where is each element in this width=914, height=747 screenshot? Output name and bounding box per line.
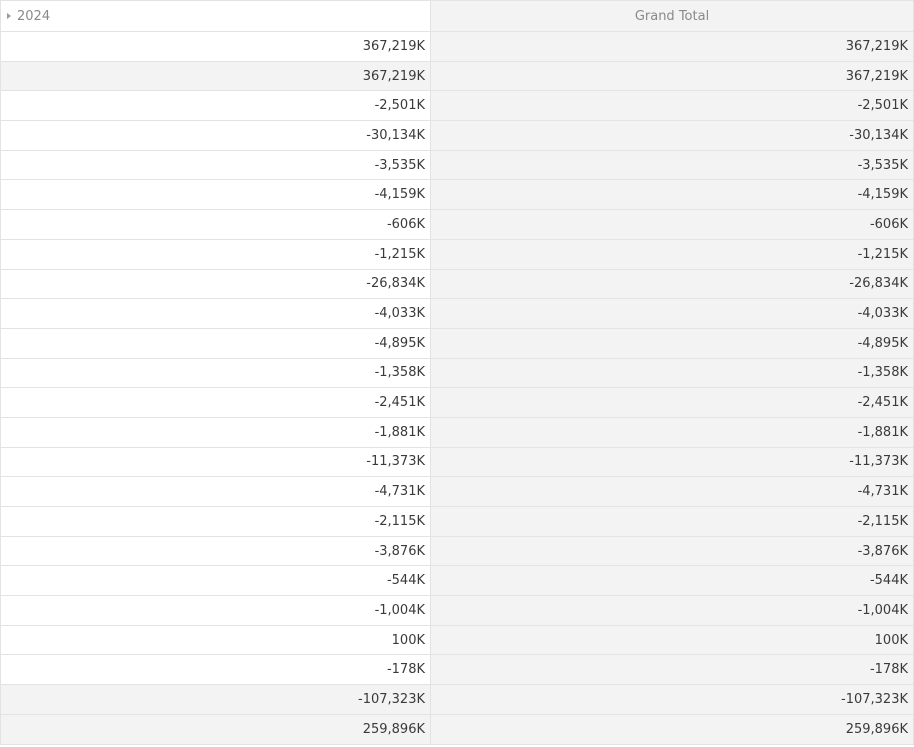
cell-grand-total[interactable]: -2,501K — [431, 91, 914, 121]
cell-2024[interactable]: -1,004K — [0, 596, 431, 625]
cell-grand-total[interactable]: -107,323K — [431, 685, 914, 714]
cell-grand-total[interactable]: -4,159K — [431, 180, 914, 210]
cell-grand-total[interactable]: -3,876K — [431, 536, 914, 566]
cell-grand-total[interactable]: -30,134K — [431, 121, 914, 150]
cell-2024[interactable]: 367,219K — [0, 61, 431, 91]
grand-total-label: Grand Total — [634, 8, 710, 24]
column-header-grand-total: Grand Total — [431, 1, 914, 31]
table-row: -1,881K -1,881K — [0, 417, 914, 448]
cell-2024[interactable]: -26,834K — [0, 269, 431, 299]
table-row: 367,219K 367,219K — [0, 61, 914, 92]
cell-grand-total[interactable]: -1,004K — [431, 596, 914, 625]
cell-grand-total[interactable]: 367,219K — [431, 61, 914, 91]
column-header-label: 2024 — [17, 8, 51, 24]
cell-2024[interactable]: -4,033K — [0, 299, 431, 328]
table-row: -11,373K -11,373K — [0, 447, 914, 478]
table-row: -1,358K -1,358K — [0, 358, 914, 389]
cell-2024[interactable]: -2,115K — [0, 507, 431, 536]
cell-2024[interactable]: -4,731K — [0, 477, 431, 506]
cell-2024[interactable]: -606K — [0, 210, 431, 239]
table-row: -2,115K -2,115K — [0, 507, 914, 537]
table-row: -1,215K -1,215K — [0, 239, 914, 270]
table-row: -606K -606K — [0, 210, 914, 240]
cell-grand-total[interactable]: -544K — [431, 566, 914, 596]
cell-2024[interactable]: -1,358K — [0, 358, 431, 388]
cell-2024[interactable]: -1,881K — [0, 417, 431, 447]
cell-2024[interactable]: -11,373K — [0, 447, 431, 477]
pivot-header-row: 2024 Grand Total — [0, 1, 914, 32]
table-row: -4,159K -4,159K — [0, 180, 914, 211]
cell-grand-total[interactable]: -26,834K — [431, 269, 914, 299]
cell-grand-total[interactable]: -4,895K — [431, 328, 914, 358]
cell-2024[interactable]: -544K — [0, 566, 431, 596]
cell-grand-total[interactable]: -1,881K — [431, 417, 914, 447]
cell-grand-total[interactable]: -606K — [431, 210, 914, 239]
pivot-table: 2024 Grand Total 367,219K 367,219K 367,219… — [0, 0, 914, 747]
table-row: 367,219K 367,219K — [0, 32, 914, 62]
cell-2024[interactable]: -4,895K — [0, 328, 431, 358]
column-header-2024[interactable]: 2024 — [0, 1, 431, 31]
cell-grand-total[interactable]: 100K — [431, 625, 914, 655]
table-row: 259,896K 259,896K — [0, 714, 914, 745]
cell-grand-total[interactable]: -1,215K — [431, 239, 914, 269]
table-row: 100K 100K — [0, 625, 914, 656]
table-row: -544K -544K — [0, 566, 914, 597]
table-row: -178K -178K — [0, 655, 914, 686]
cell-grand-total[interactable]: -3,535K — [431, 150, 914, 180]
pivot-body: 367,219K 367,219K 367,219K 367,219K -2,501K -… — [0, 32, 914, 745]
expand-arrow-icon[interactable] — [7, 13, 11, 19]
cell-2024[interactable]: -3,876K — [0, 536, 431, 566]
cell-2024[interactable]: -2,451K — [0, 388, 431, 417]
cell-grand-total[interactable]: -2,115K — [431, 507, 914, 536]
cell-grand-total[interactable]: -1,358K — [431, 358, 914, 388]
cell-grand-total[interactable]: -178K — [431, 655, 914, 685]
table-row: -30,134K -30,134K — [0, 121, 914, 151]
table-row: -4,033K -4,033K — [0, 299, 914, 329]
cell-2024[interactable]: 259,896K — [0, 714, 431, 744]
table-row: -3,535K -3,535K — [0, 150, 914, 181]
cell-grand-total[interactable]: 367,219K — [431, 32, 914, 61]
table-row: -26,834K -26,834K — [0, 269, 914, 300]
cell-grand-total[interactable]: -11,373K — [431, 447, 914, 477]
cell-2024[interactable]: -178K — [0, 655, 431, 685]
table-row: -4,895K -4,895K — [0, 328, 914, 359]
table-row: -4,731K -4,731K — [0, 477, 914, 507]
table-row: -3,876K -3,876K — [0, 536, 914, 567]
cell-2024[interactable]: -4,159K — [0, 180, 431, 210]
table-row: -2,451K -2,451K — [0, 388, 914, 418]
cell-grand-total[interactable]: -4,731K — [431, 477, 914, 506]
cell-2024[interactable]: -2,501K — [0, 91, 431, 121]
cell-2024[interactable]: -30,134K — [0, 121, 431, 150]
cell-2024[interactable]: 100K — [0, 625, 431, 655]
table-row: -1,004K -1,004K — [0, 596, 914, 626]
cell-2024[interactable]: 367,219K — [0, 32, 431, 61]
table-row: -2,501K -2,501K — [0, 91, 914, 122]
cell-2024[interactable]: -3,535K — [0, 150, 431, 180]
cell-2024[interactable]: -107,323K — [0, 685, 431, 714]
cell-grand-total[interactable]: -4,033K — [431, 299, 914, 328]
cell-2024[interactable]: -1,215K — [0, 239, 431, 269]
table-row: -107,323K -107,323K — [0, 685, 914, 715]
cell-grand-total[interactable]: 259,896K — [431, 714, 914, 744]
cell-grand-total[interactable]: -2,451K — [431, 388, 914, 417]
